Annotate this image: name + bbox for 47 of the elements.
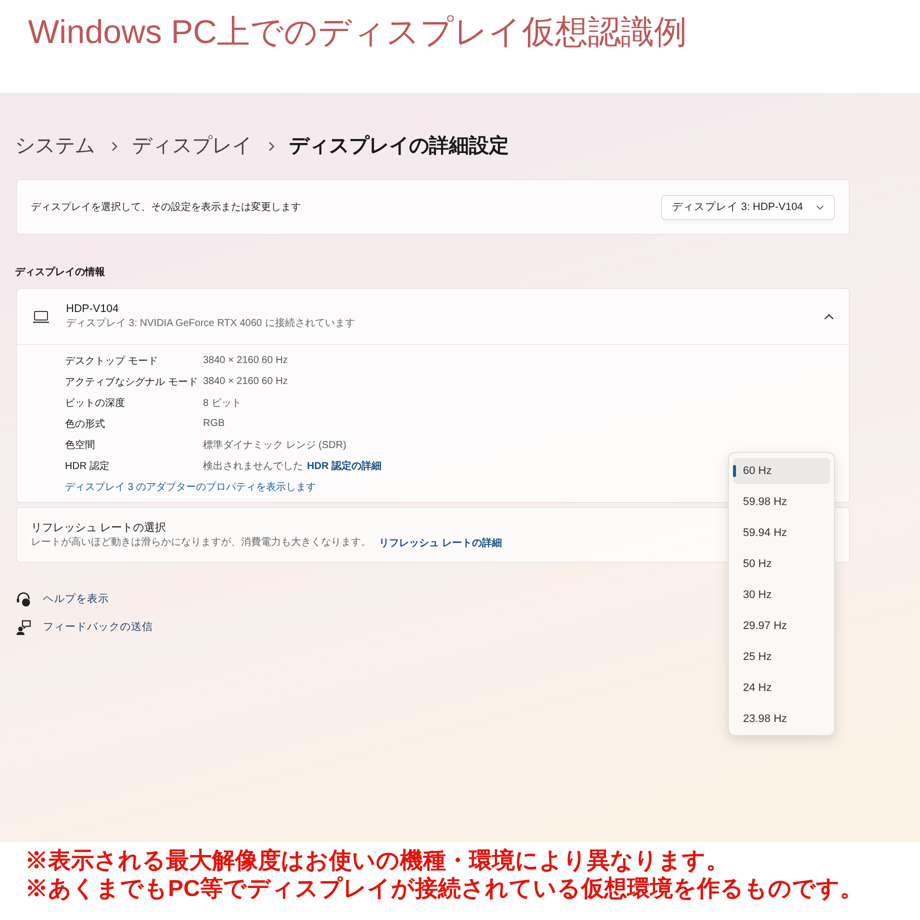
menu-option[interactable]: 29.97 Hz <box>733 613 830 639</box>
property-value: RGB <box>203 418 225 429</box>
property-label: HDR 認定 <box>65 460 110 472</box>
selection-bar-icon <box>733 465 736 477</box>
footnote: ※表示される最大解像度はお使いの機種・環境により異なります。 <box>25 846 729 874</box>
menu-option[interactable]: 23.98 Hz <box>733 706 830 732</box>
chevron-down-icon <box>816 204 824 210</box>
laptop-icon <box>33 310 49 322</box>
display-dropdown[interactable]: ディスプレイ 3: HDP-V104 <box>661 194 835 220</box>
refresh-rate-details-link[interactable]: リフレッシュ レートの詳細 <box>379 536 502 550</box>
breadcrumb-item: ディスプレイの詳細設定 <box>289 134 509 159</box>
refresh-rate-title: リフレッシュ レートの選択 <box>31 520 166 536</box>
menu-option[interactable]: 25 Hz <box>733 644 830 670</box>
menu-option[interactable]: 59.98 Hz <box>733 489 830 515</box>
property-label: アクティブなシグナル モード <box>65 376 199 388</box>
section-heading: ディスプレイの情報 <box>15 265 105 280</box>
property-value: 検出されませんでした <box>203 460 303 472</box>
adapter-properties-link[interactable]: ディスプレイ 3 のアダプターのプロパティを表示します <box>65 480 316 494</box>
help-icon <box>16 592 31 606</box>
property-value: 3840 × 2160 60 Hz <box>203 355 288 366</box>
property-label: 色の形式 <box>65 418 106 430</box>
menu-option[interactable]: 24 Hz <box>733 675 830 701</box>
feedback-link[interactable]: フィードバックの送信 <box>43 620 153 634</box>
property-label: ビットの深度 <box>65 396 126 410</box>
menu-option[interactable]: 30 Hz <box>733 582 830 608</box>
property-value: 3840 × 2160 60 Hz <box>203 376 288 387</box>
menu-option[interactable]: 59.94 Hz <box>733 520 830 546</box>
property-label: デスクトップ モード <box>65 354 159 368</box>
refresh-rate-description: レートが高いほど動きは滑らかになりますが、消費電力も大きくなります。 <box>31 536 371 550</box>
chevron-right-icon <box>268 140 275 152</box>
property-value: 標準ダイナミック レンジ (SDR) <box>203 438 346 452</box>
menu-option[interactable]: 60 Hz <box>733 458 830 484</box>
property-value: 8 ビット <box>203 396 242 410</box>
help-link[interactable]: ヘルプを表示 <box>43 592 109 606</box>
display-name: HDP-V104 <box>66 302 120 317</box>
menu-option[interactable]: 50 Hz <box>733 551 830 577</box>
display-connection-text: ディスプレイ 3: NVIDIA GeForce RTX 4060 に接続されています <box>66 317 356 331</box>
chevron-right-icon <box>111 140 118 152</box>
feedback-icon <box>16 620 31 634</box>
footnote: ※あくまでもPC等でディスプレイが接続されている仮想環境を作るものです。 <box>25 874 863 902</box>
select-display-label: ディスプレイを選択して、その設定を表示または変更します <box>31 200 301 214</box>
page-heading: Windows PC上でのディスプレイ仮想認識例 <box>28 12 687 52</box>
chevron-up-icon[interactable] <box>824 314 834 320</box>
breadcrumb-item[interactable]: ディスプレイ <box>132 132 252 160</box>
details-link[interactable]: HDR 認定の詳細 <box>307 458 382 472</box>
property-label: 色空間 <box>65 438 96 452</box>
breadcrumb-item[interactable]: システム <box>15 132 95 160</box>
